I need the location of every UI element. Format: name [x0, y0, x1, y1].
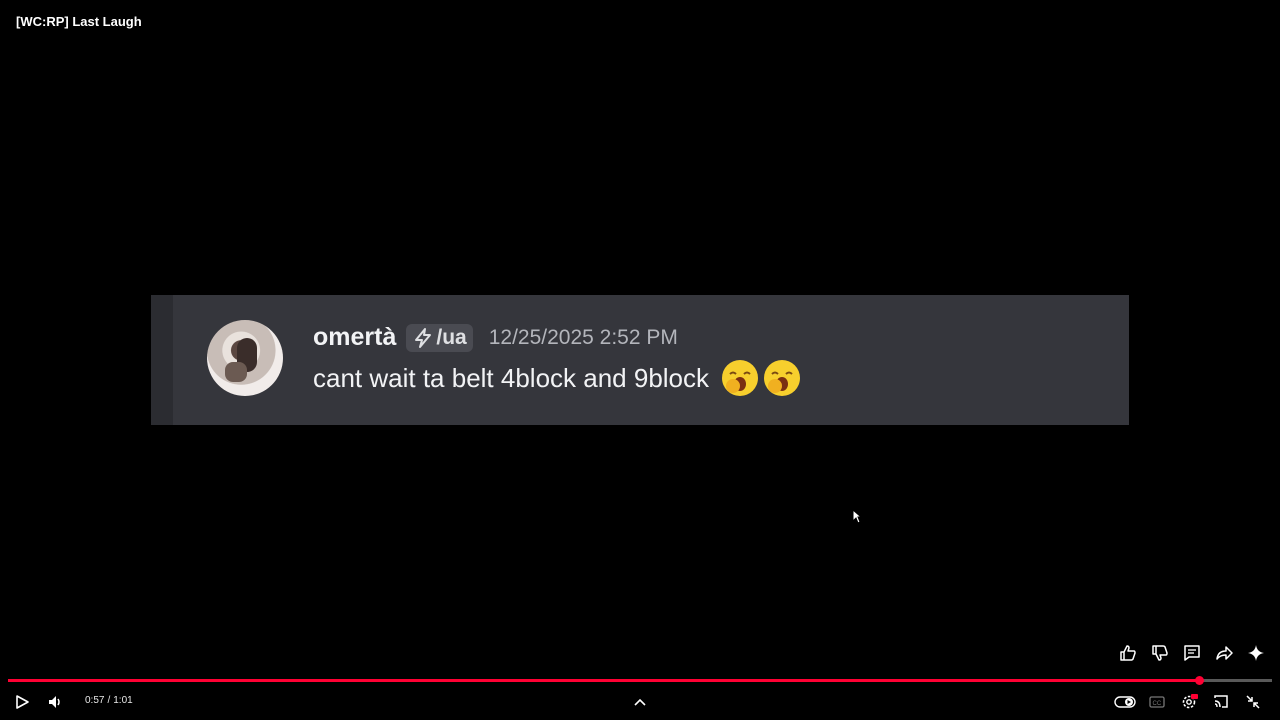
user-tag: /ua — [406, 323, 473, 352]
captions-icon[interactable]: CC — [1147, 692, 1167, 712]
autoplay-toggle[interactable] — [1113, 692, 1137, 712]
avatar — [207, 320, 283, 396]
scrubber-handle[interactable] — [1194, 676, 1204, 685]
duration: 1:01 — [113, 695, 133, 706]
message-header: omertà /ua 12/25/2025 2:52 PM — [313, 323, 678, 352]
dislike-icon[interactable] — [1150, 643, 1169, 662]
message-timestamp: 12/25/2025 2:52 PM — [488, 325, 678, 349]
lightning-icon — [412, 327, 434, 349]
control-bar: 0:57 / 1:01 CC — [0, 688, 1280, 716]
video-title[interactable]: [WC:RP] Last Laugh — [16, 14, 142, 29]
message-text: cant wait ta belt 4block and 9block — [313, 362, 710, 393]
current-time: 0:57 — [85, 695, 105, 706]
yawning-face-emoji-icon — [721, 359, 759, 397]
chevron-up-icon[interactable] — [630, 692, 650, 712]
video-player[interactable]: [WC:RP] Last Laugh omertà /ua 12/25/2025… — [0, 0, 1280, 720]
svg-text:CC: CC — [1153, 701, 1162, 707]
like-icon[interactable] — [1118, 643, 1137, 662]
message-body: cant wait ta belt 4block and 9block — [313, 359, 801, 397]
share-icon[interactable] — [1214, 643, 1233, 662]
action-buttons — [1118, 643, 1265, 662]
cast-icon[interactable] — [1211, 692, 1231, 712]
exit-fullscreen-icon[interactable] — [1243, 692, 1263, 712]
volume-icon[interactable] — [45, 692, 65, 712]
progress-bar[interactable] — [8, 676, 1272, 685]
mouse-cursor-icon — [852, 508, 863, 529]
user-tag-label: /ua — [436, 325, 467, 349]
username: omertà — [313, 323, 397, 351]
comment-icon[interactable] — [1182, 643, 1201, 662]
settings-hd-icon[interactable] — [1179, 692, 1199, 712]
time-separator: / — [107, 695, 111, 706]
sparkle-icon[interactable] — [1246, 643, 1265, 662]
yawning-face-emoji-icon — [763, 359, 801, 397]
play-icon[interactable] — [12, 692, 32, 712]
progress-fill — [8, 679, 1199, 682]
discord-message-card: omertà /ua 12/25/2025 2:52 PM cant wait … — [151, 295, 1129, 425]
time-display: 0:57 / 1:01 — [85, 695, 133, 706]
